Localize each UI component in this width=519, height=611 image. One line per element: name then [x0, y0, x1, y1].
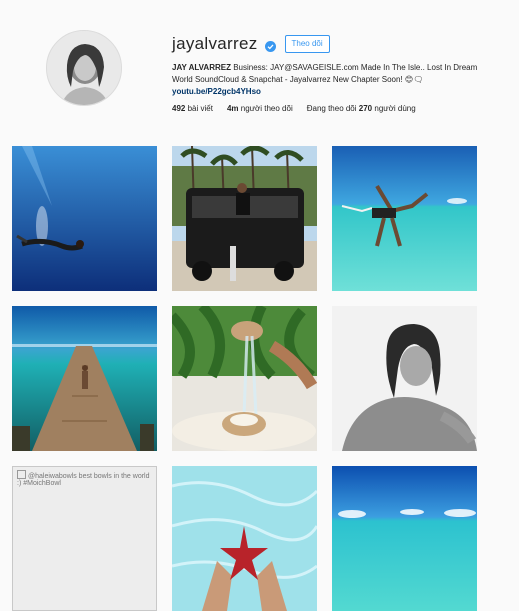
broken-image-icon	[17, 470, 26, 479]
follow-button[interactable]: Theo dõi	[284, 35, 330, 53]
bio-name: JAY ALVARREZ	[172, 63, 231, 72]
following-count: 270	[358, 104, 373, 113]
profile-stats: 492 bài viết 4m người theo dõi Đang theo…	[172, 104, 430, 113]
post-thumbnail-broken[interactable]: @haleiwabowls best bowls in the world :)…	[12, 466, 157, 611]
post-thumbnail-starfish[interactable]	[172, 466, 317, 611]
posts-count: 492	[172, 104, 186, 113]
profile-username: jayalvarrez	[172, 34, 258, 53]
post-thumbnail-coconut[interactable]	[172, 306, 317, 451]
following-prefix: Đang theo dõi	[306, 104, 357, 113]
verified-badge-icon	[264, 39, 276, 52]
post-thumbnail-car-palms[interactable]	[172, 146, 317, 291]
posts-label: bài viết	[187, 104, 213, 113]
stat-posts: 492 bài viết	[172, 104, 213, 113]
profile-header: jayalvarrez Theo dõi JAY ALVARREZ Busine…	[0, 0, 519, 140]
broken-image-alt-text: @haleiwabowls best bowls in the world :)…	[17, 473, 150, 487]
stat-following[interactable]: Đang theo dõi 270 người dùng	[307, 104, 416, 113]
followers-label: người theo dõi	[240, 104, 293, 113]
profile-avatar[interactable]	[46, 30, 122, 106]
post-thumbnail-underwater-dive[interactable]	[12, 146, 157, 291]
post-thumbnail-ocean-clouds[interactable]	[332, 466, 477, 611]
bio-link[interactable]: youtu.be/P22gcb4YHso	[172, 86, 488, 98]
stat-followers[interactable]: 4m người theo dõi	[227, 104, 293, 113]
post-thumbnail-jump-ocean[interactable]	[332, 146, 477, 291]
post-thumbnail-portrait-bw[interactable]	[332, 306, 477, 451]
profile-bio: JAY ALVARREZ Business: JAY@SAVAGEISLE.co…	[172, 62, 488, 98]
following-label: người dùng	[374, 104, 416, 113]
post-thumbnail-dock[interactable]	[12, 306, 157, 451]
followers-count: 4m	[226, 104, 239, 113]
